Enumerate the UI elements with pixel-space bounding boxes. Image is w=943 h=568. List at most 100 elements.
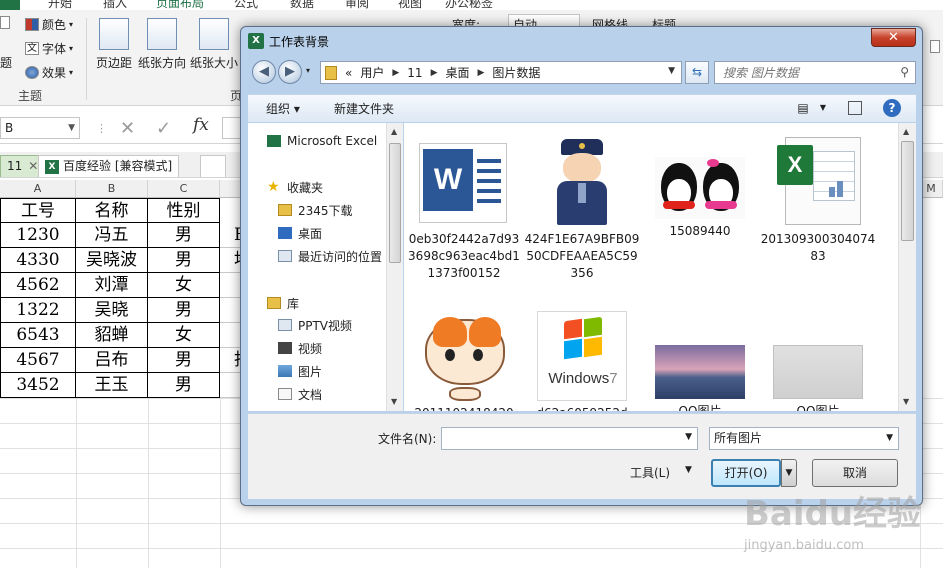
name-box[interactable]: B ▼ bbox=[0, 117, 80, 139]
theme-colors-button[interactable]: 颜色 ▾ bbox=[25, 16, 73, 33]
scrollbar-thumb[interactable] bbox=[389, 143, 401, 263]
history-dropdown-icon[interactable]: ▾ bbox=[306, 66, 310, 75]
file-item[interactable]: QQ图片 bbox=[641, 311, 759, 411]
breadcrumb-overflow[interactable]: « bbox=[345, 66, 352, 80]
chevron-down-icon[interactable]: ▼ bbox=[668, 66, 675, 76]
table-cell[interactable]: 工号 bbox=[0, 198, 76, 223]
table-cell[interactable]: 男 bbox=[148, 298, 220, 323]
table-cell[interactable]: 4330 bbox=[0, 248, 76, 273]
table-cell[interactable]: 冯五 bbox=[76, 223, 148, 248]
tab-view[interactable]: 视图 bbox=[398, 0, 422, 10]
forward-button[interactable]: ▶ bbox=[278, 60, 302, 84]
theme-fonts-button[interactable]: 文字体 ▾ bbox=[25, 40, 73, 57]
file-item[interactable]: 424F1E67A9BFB0950CDFEAAEA5C59356 bbox=[523, 137, 641, 282]
new-folder-button[interactable]: 新建文件夹 bbox=[334, 100, 394, 117]
orientation-button[interactable]: 纸张方向 bbox=[136, 18, 188, 71]
theme-partial-button[interactable] bbox=[0, 16, 10, 29]
nav-item-pictures[interactable]: 图片 bbox=[278, 361, 322, 381]
column-header-a[interactable]: A bbox=[0, 180, 76, 198]
file-item[interactable]: 2011102418420 bbox=[405, 311, 523, 411]
nav-item-desktop[interactable]: 桌面 bbox=[278, 223, 322, 243]
tab-data[interactable]: 数据 bbox=[290, 0, 314, 10]
cancel-button[interactable]: 取消 bbox=[812, 459, 898, 487]
filename-combobox[interactable]: ▼ bbox=[441, 427, 698, 450]
nav-item-documents[interactable]: 文档 bbox=[278, 384, 322, 404]
confirm-entry-icon[interactable]: ✓ bbox=[156, 118, 171, 139]
table-cell[interactable]: 1230 bbox=[0, 223, 76, 248]
open-button[interactable]: 打开(O) bbox=[711, 459, 781, 487]
chevron-down-icon[interactable]: ▼ bbox=[685, 432, 692, 442]
table-cell[interactable]: 王玉 bbox=[76, 373, 148, 398]
tab-page-layout[interactable]: 页面布局 bbox=[156, 0, 204, 10]
column-header-m[interactable]: M bbox=[920, 180, 943, 198]
column-header-b[interactable]: B bbox=[76, 180, 148, 198]
margins-button[interactable]: 页边距 bbox=[88, 18, 140, 71]
nav-item-libraries[interactable]: 库 bbox=[267, 293, 299, 313]
search-field[interactable]: ⚲ bbox=[714, 61, 916, 84]
size-button[interactable]: 纸张大小 bbox=[188, 18, 240, 71]
file-item[interactable]: Windows7 d62a6059252d bbox=[523, 311, 641, 411]
table-cell[interactable]: 貂蝉 bbox=[76, 323, 148, 348]
breadcrumb-arrow-icon[interactable]: ▶ bbox=[431, 68, 438, 78]
back-button[interactable]: ◀ bbox=[252, 60, 276, 84]
table-cell[interactable]: 女 bbox=[148, 323, 220, 348]
refresh-button[interactable]: ⇆ bbox=[685, 61, 709, 84]
breadcrumb-desktop[interactable]: 桌面 bbox=[445, 64, 469, 81]
close-button[interactable]: ✕ bbox=[871, 28, 916, 47]
ribbon-right-icon[interactable] bbox=[930, 40, 940, 53]
search-input[interactable] bbox=[715, 62, 885, 83]
breadcrumb-arrow-icon[interactable]: ▶ bbox=[478, 68, 485, 78]
organize-button[interactable]: 组织 ▾ bbox=[266, 100, 300, 117]
breadcrumb-11[interactable]: 11 bbox=[407, 66, 422, 80]
table-cell[interactable]: 男 bbox=[148, 248, 220, 273]
tab-review[interactable]: 审阅 bbox=[345, 0, 369, 10]
table-cell[interactable]: 吕布 bbox=[76, 348, 148, 373]
table-cell[interactable]: 吴晓 bbox=[76, 298, 148, 323]
column-header-c[interactable]: C bbox=[148, 180, 220, 198]
file-item[interactable]: X 20130930030407483 bbox=[759, 137, 877, 265]
table-cell[interactable]: 6543 bbox=[0, 323, 76, 348]
table-cell[interactable]: 4562 bbox=[0, 273, 76, 298]
cancel-entry-icon[interactable]: ✕ bbox=[120, 118, 135, 139]
nav-item-excel[interactable]: Microsoft Excel bbox=[267, 131, 377, 151]
scroll-up-icon[interactable]: ▲ bbox=[391, 127, 397, 136]
close-icon[interactable]: ✕ bbox=[28, 159, 38, 173]
open-dropdown-button[interactable]: ▼ bbox=[781, 459, 797, 487]
nav-item-favorites[interactable]: ★ 收藏夹 bbox=[267, 177, 323, 197]
table-cell[interactable]: 性别 bbox=[148, 198, 220, 223]
nav-item-2345-download[interactable]: 2345下载 bbox=[278, 200, 353, 220]
tab-insert[interactable]: 插入 bbox=[103, 0, 127, 10]
table-cell[interactable]: 男 bbox=[148, 373, 220, 398]
scroll-down-icon[interactable]: ▼ bbox=[903, 397, 909, 406]
scrollbar-thumb[interactable] bbox=[901, 141, 914, 241]
tab-office-tips[interactable]: 办公秘签 bbox=[445, 0, 493, 10]
scroll-down-icon[interactable]: ▼ bbox=[391, 397, 397, 406]
breadcrumb-arrow-icon[interactable]: ▶ bbox=[392, 68, 399, 78]
theme-effects-button[interactable]: 效果 ▾ bbox=[25, 64, 73, 81]
nav-item-pptv[interactable]: PPTV视频 bbox=[278, 315, 352, 335]
new-tab-button[interactable] bbox=[200, 155, 226, 177]
table-cell[interactable]: 3452 bbox=[0, 373, 76, 398]
nav-item-videos[interactable]: 视频 bbox=[278, 338, 322, 358]
tools-button[interactable]: 工具(L) bbox=[630, 464, 670, 481]
search-icon[interactable]: ⚲ bbox=[900, 65, 909, 79]
chevron-down-icon[interactable]: ▼ bbox=[685, 465, 692, 475]
file-tab[interactable] bbox=[0, 0, 20, 10]
table-cell[interactable]: 女 bbox=[148, 273, 220, 298]
workbook-tab-baidu[interactable]: X 百度经验 [兼容模式] bbox=[38, 155, 180, 177]
file-item[interactable]: 15089440 bbox=[641, 137, 759, 240]
filename-input[interactable] bbox=[442, 428, 677, 449]
nav-scrollbar[interactable]: ▲ ▼ bbox=[386, 123, 403, 411]
file-item[interactable]: W 0eb30f2442a7d933698c963eac4bd11373f001… bbox=[405, 137, 523, 282]
help-icon[interactable]: ? bbox=[883, 99, 901, 117]
table-cell[interactable]: 刘潭 bbox=[76, 273, 148, 298]
table-cell[interactable]: 吴晓波 bbox=[76, 248, 148, 273]
table-cell[interactable]: 男 bbox=[148, 348, 220, 373]
insert-function-icon[interactable]: fx bbox=[193, 115, 209, 135]
breadcrumb-users[interactable]: 用户 bbox=[360, 64, 384, 81]
preview-pane-icon[interactable] bbox=[848, 101, 862, 115]
breadcrumb-image-data[interactable]: 图片数据 bbox=[492, 64, 540, 81]
view-mode-icon[interactable]: ▤ bbox=[794, 99, 812, 117]
address-bar[interactable]: « 用户 ▶ 11 ▶ 桌面 ▶ 图片数据 ▼ bbox=[320, 61, 682, 84]
tab-formulas[interactable]: 公式 bbox=[234, 0, 258, 10]
